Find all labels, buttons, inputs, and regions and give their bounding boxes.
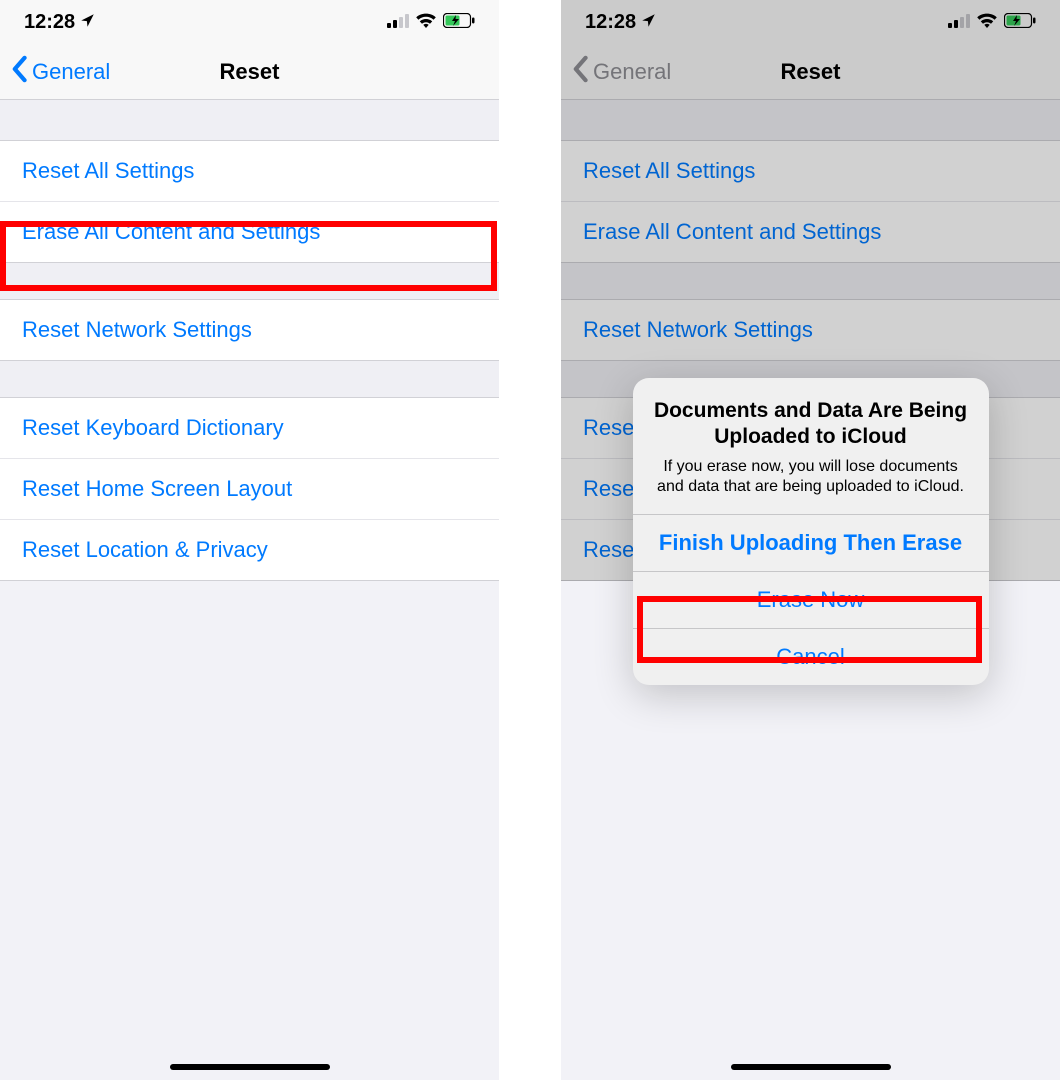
back-button[interactable]: General xyxy=(561,55,671,89)
battery-icon xyxy=(443,11,475,34)
back-button[interactable]: General xyxy=(0,55,110,89)
row-reset-home-screen[interactable]: Reset Home Screen Layout xyxy=(0,459,499,520)
row-reset-keyboard[interactable]: Reset Keyboard Dictionary xyxy=(0,398,499,459)
chevron-left-icon xyxy=(10,55,28,89)
row-reset-location-privacy[interactable]: Reset Location & Privacy xyxy=(0,520,499,580)
home-indicator[interactable] xyxy=(170,1064,330,1070)
wifi-icon xyxy=(415,11,437,34)
location-icon xyxy=(641,11,656,34)
home-indicator[interactable] xyxy=(731,1064,891,1070)
dialog-title: Documents and Data Are Being Uploaded to… xyxy=(651,398,971,451)
row-erase-all-content[interactable]: Erase All Content and Settings xyxy=(561,202,1060,262)
status-bar: 12:28 xyxy=(0,0,499,44)
nav-bar: General Reset xyxy=(561,44,1060,100)
signal-icon xyxy=(948,11,970,34)
signal-icon xyxy=(387,11,409,34)
status-bar: 12:28 xyxy=(561,0,1060,44)
back-label: General xyxy=(593,59,671,85)
dialog-button-erase-now[interactable]: Erase Now xyxy=(633,571,989,628)
dialog-button-cancel[interactable]: Cancel xyxy=(633,628,989,685)
settings-content: Reset All Settings Erase All Content and… xyxy=(0,100,499,581)
nav-title: Reset xyxy=(781,59,841,85)
row-reset-all-settings[interactable]: Reset All Settings xyxy=(0,141,499,202)
phone-screen-right: 12:28 xyxy=(561,0,1060,1080)
chevron-left-icon xyxy=(571,55,589,89)
row-reset-all-settings[interactable]: Reset All Settings xyxy=(561,141,1060,202)
wifi-icon xyxy=(976,11,998,34)
row-erase-all-content[interactable]: Erase All Content and Settings xyxy=(0,202,499,262)
row-reset-network[interactable]: Reset Network Settings xyxy=(0,300,499,360)
location-icon xyxy=(80,11,95,34)
status-time: 12:28 xyxy=(24,11,75,34)
back-label: General xyxy=(32,59,110,85)
battery-icon xyxy=(1004,11,1036,34)
phone-screen-left: 12:28 xyxy=(0,0,499,1080)
nav-title: Reset xyxy=(220,59,280,85)
dialog-message: If you erase now, you will lose document… xyxy=(651,457,971,499)
status-time: 12:28 xyxy=(585,11,636,34)
dialog-button-finish-uploading[interactable]: Finish Uploading Then Erase xyxy=(633,514,989,571)
alert-dialog: Documents and Data Are Being Uploaded to… xyxy=(633,378,989,685)
nav-bar: General Reset xyxy=(0,44,499,100)
row-reset-network[interactable]: Reset Network Settings xyxy=(561,300,1060,360)
